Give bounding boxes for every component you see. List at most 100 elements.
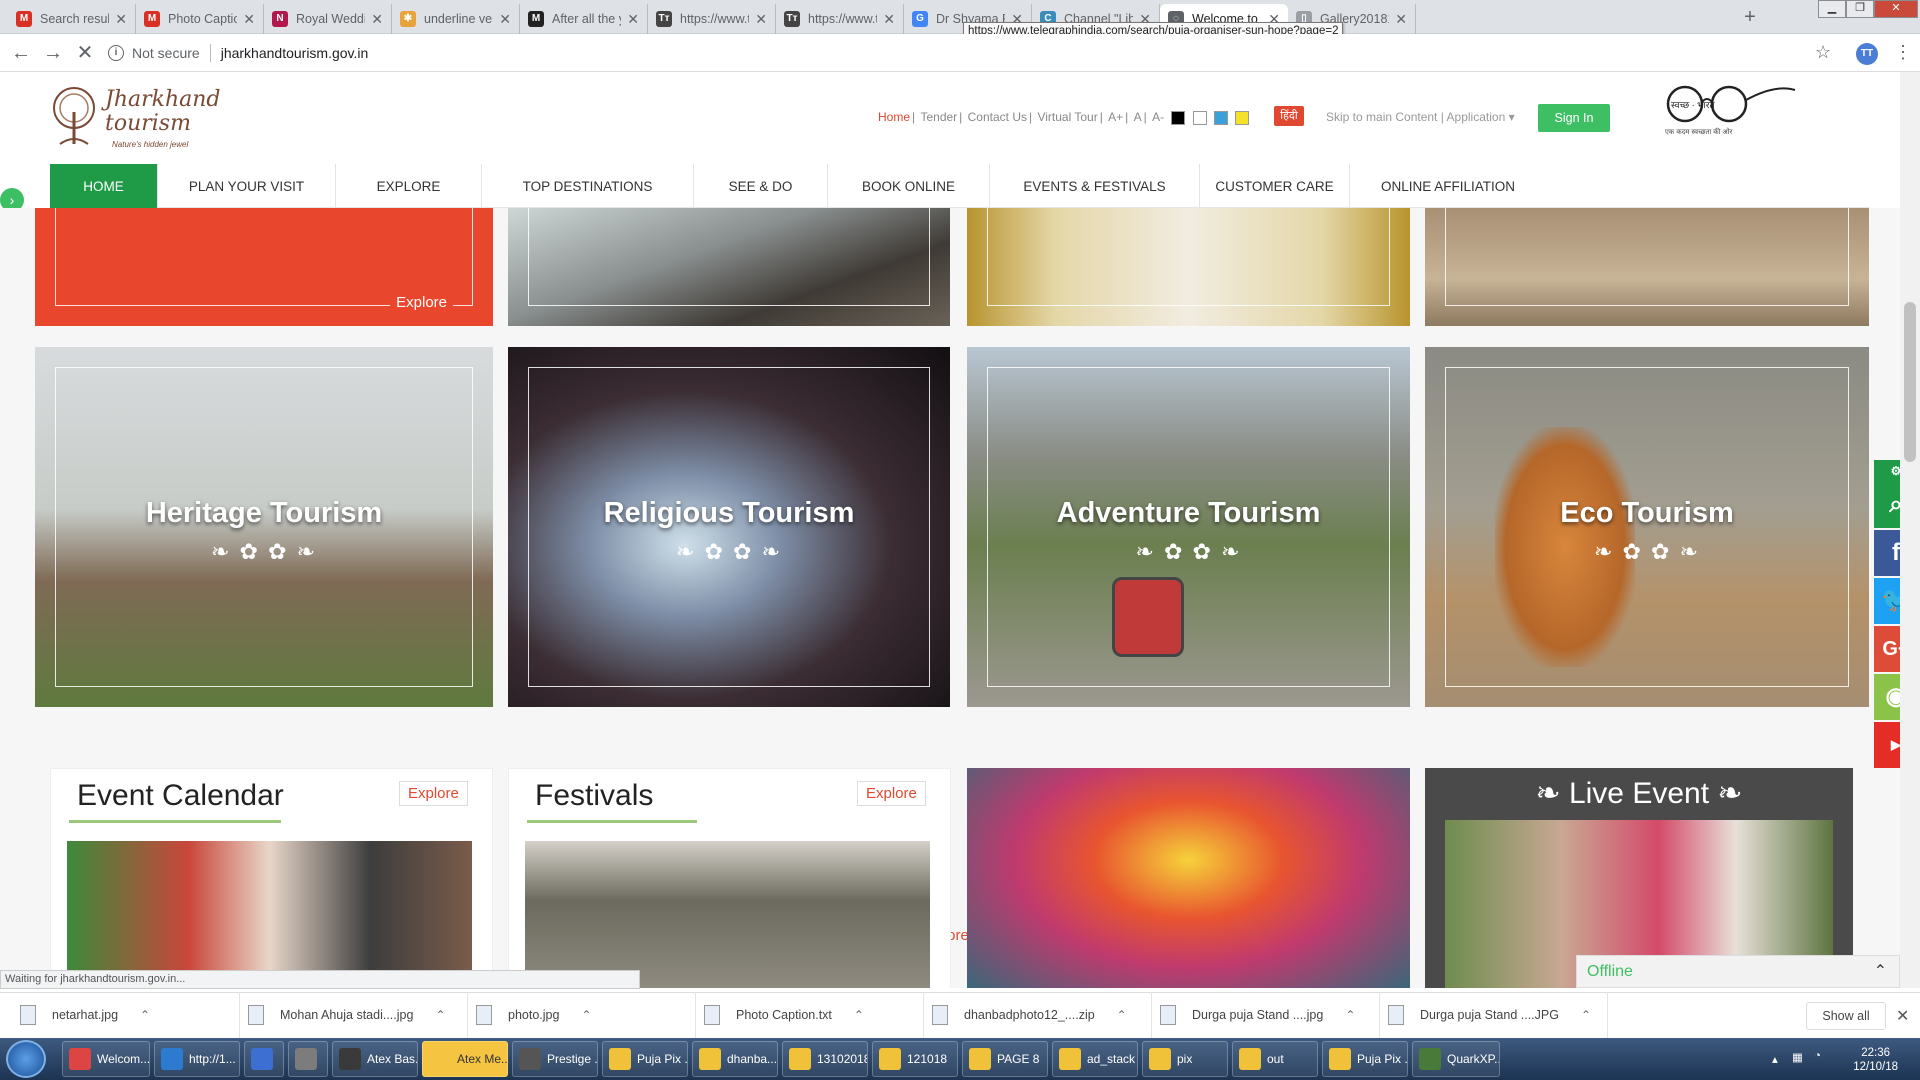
back-icon[interactable]: ←: [8, 40, 34, 66]
close-download-bar-icon[interactable]: ✕: [1896, 1006, 1909, 1026]
taskbar-button[interactable]: Atex Bas...: [332, 1041, 418, 1077]
site-logo[interactable]: Jharkhand tourism Nature's hidden jewel: [50, 82, 225, 157]
partial-card-temple-gate[interactable]: [967, 208, 1410, 326]
card-explore-link[interactable]: Explore: [390, 294, 453, 311]
home-link[interactable]: Home: [878, 110, 910, 124]
close-tab-icon[interactable]: ✕: [627, 11, 639, 28]
close-tab-icon[interactable]: ✕: [115, 11, 127, 28]
font-increase-button[interactable]: A+: [1108, 110, 1123, 124]
taskbar-button[interactable]: ad_stack: [1052, 1041, 1138, 1077]
event-calendar-explore-button[interactable]: Explore: [399, 781, 468, 806]
show-all-downloads-button[interactable]: Show all: [1806, 1002, 1886, 1030]
tray-arrow-icon[interactable]: ▴: [1772, 1052, 1778, 1066]
partial-card-orange[interactable]: Explore: [35, 208, 493, 326]
close-tab-icon[interactable]: ✕: [243, 11, 255, 28]
download-item[interactable]: Mohan Ahuja stadi....jpg ⌃: [240, 992, 468, 1038]
nav-online-affiliation[interactable]: ONLINE AFFILIATION: [1350, 164, 1546, 208]
nav-home[interactable]: HOME: [50, 164, 158, 208]
stop-loading-icon[interactable]: ✕: [72, 40, 98, 66]
theme-white-swatch[interactable]: [1192, 110, 1207, 125]
taskbar-button[interactable]: Welcom...: [62, 1041, 150, 1077]
maximize-button[interactable]: ❐: [1846, 0, 1874, 18]
scrollbar-thumb[interactable]: [1904, 302, 1916, 462]
url-text[interactable]: jharkhandtourism.gov.in: [221, 45, 369, 61]
close-tab-icon[interactable]: ✕: [755, 11, 767, 28]
taskbar-button[interactable]: dhanba...: [692, 1041, 778, 1077]
taskbar-button[interactable]: [288, 1041, 328, 1077]
hindi-language-button[interactable]: हिंदी: [1274, 106, 1304, 126]
taskbar-button[interactable]: PAGE 8: [962, 1041, 1048, 1077]
download-options-chevron-icon[interactable]: ⌃: [854, 1008, 864, 1022]
browser-tab[interactable]: M Search results - th ✕: [8, 4, 136, 34]
close-window-button[interactable]: ✕: [1874, 0, 1918, 18]
eco-tourism-card[interactable]: Eco Tourism ❧ ✿ ✿ ❧: [1425, 347, 1869, 707]
religious-tourism-card[interactable]: Religious Tourism ❧ ✿ ✿ ❧: [508, 347, 950, 707]
download-options-chevron-icon[interactable]: ⌃: [140, 1008, 150, 1022]
taskbar-button[interactable]: 13102018: [782, 1041, 868, 1077]
taskbar-button[interactable]: http://1...: [154, 1041, 240, 1077]
browser-tab[interactable]: M Photo Caption fr ✕: [136, 4, 264, 34]
festival-photo[interactable]: [525, 841, 930, 988]
nav-explore[interactable]: EXPLORE: [336, 164, 482, 208]
clock[interactable]: 22:36 12/10/18: [1853, 1046, 1898, 1074]
tender-link[interactable]: Tender: [920, 110, 957, 124]
download-options-chevron-icon[interactable]: ⌃: [435, 1008, 445, 1022]
download-options-chevron-icon[interactable]: ⌃: [1345, 1008, 1355, 1022]
font-normal-button[interactable]: A: [1134, 110, 1142, 124]
taskbar-button[interactable]: pix: [1142, 1041, 1228, 1077]
close-tab-icon[interactable]: ✕: [1395, 11, 1407, 28]
skip-to-content-link[interactable]: Skip to main Content: [1326, 110, 1437, 124]
swachh-bharat-logo[interactable]: स्वच्छ · भारत एक कदम स्वच्छता की ओर: [1655, 80, 1800, 140]
nav-plan-your-visit[interactable]: PLAN YOUR VISIT: [158, 164, 336, 208]
theme-black-swatch[interactable]: [1171, 110, 1186, 125]
browser-tab[interactable]: Tт https://www.tele ✕: [648, 4, 776, 34]
heritage-tourism-card[interactable]: Heritage Tourism ❧ ✿ ✿ ❧: [35, 347, 493, 707]
start-button[interactable]: [6, 1040, 46, 1078]
festivals-explore-button[interactable]: Explore: [857, 781, 926, 806]
taskbar-button[interactable]: Puja Pix ...: [602, 1041, 688, 1077]
sign-in-button[interactable]: Sign In: [1538, 104, 1610, 132]
download-options-chevron-icon[interactable]: ⌃: [1581, 1008, 1591, 1022]
taskbar-button[interactable]: Puja Pix ...: [1322, 1041, 1408, 1077]
taskbar-button[interactable]: [244, 1041, 284, 1077]
download-item[interactable]: Durga puja Stand ....JPG ⌃: [1380, 992, 1608, 1038]
virtual-tour-link[interactable]: Virtual Tour: [1037, 110, 1097, 124]
taskbar-button[interactable]: QuarkXP...: [1412, 1041, 1500, 1077]
adventure-tourism-card[interactable]: Adventure Tourism ❧ ✿ ✿ ❧: [967, 347, 1410, 707]
nav-see-and-do[interactable]: SEE & DO: [694, 164, 828, 208]
browser-tab[interactable]: Tт https://www.tele ✕: [776, 4, 904, 34]
close-tab-icon[interactable]: ✕: [371, 11, 383, 28]
application-dropdown[interactable]: Application ▾: [1447, 110, 1515, 124]
page-scrollbar[interactable]: [1900, 72, 1920, 988]
profile-avatar[interactable]: TT: [1856, 43, 1878, 65]
forward-icon[interactable]: →: [40, 40, 66, 66]
partial-card-waterfall[interactable]: [508, 208, 950, 326]
close-tab-icon[interactable]: ✕: [499, 11, 511, 28]
taskbar-button[interactable]: Prestige ...: [512, 1041, 598, 1077]
taskbar-button[interactable]: 121018: [872, 1041, 958, 1077]
nav-customer-care[interactable]: CUSTOMER CARE: [1200, 164, 1350, 208]
info-icon[interactable]: i: [108, 45, 124, 61]
event-photo[interactable]: [67, 841, 472, 988]
download-item[interactable]: dhanbadphoto12_....zip ⌃: [924, 992, 1152, 1038]
browser-tab[interactable]: ✱ underline verb - ✕: [392, 4, 520, 34]
partial-card-ground[interactable]: [1425, 208, 1869, 326]
security-label[interactable]: Not secure: [132, 45, 200, 61]
download-item[interactable]: Durga puja Stand ....jpg ⌃: [1152, 992, 1380, 1038]
browser-tab[interactable]: N Royal Wedding: ✕: [264, 4, 392, 34]
theme-blue-swatch[interactable]: [1214, 110, 1229, 125]
download-item[interactable]: netarhat.jpg ⌃: [12, 992, 240, 1038]
network-icon[interactable]: ▦: [1792, 1050, 1803, 1064]
download-options-chevron-icon[interactable]: ⌃: [1117, 1008, 1127, 1022]
contact-us-link[interactable]: Contact Us: [968, 110, 1027, 124]
nav-book-online[interactable]: BOOK ONLINE: [828, 164, 990, 208]
browser-tab[interactable]: M After all the year ✕: [520, 4, 648, 34]
omnibox[interactable]: i Not secure jharkhandtourism.gov.in: [108, 38, 1838, 68]
nav-top-destinations[interactable]: TOP DESTINATIONS: [482, 164, 694, 208]
volume-icon[interactable]: ◔: [1814, 1050, 1821, 1062]
minimize-button[interactable]: ▁: [1818, 0, 1846, 18]
close-tab-icon[interactable]: ✕: [883, 11, 895, 28]
chevron-up-icon[interactable]: ⌃: [1874, 956, 1887, 987]
chat-widget[interactable]: Offline ⌃: [1576, 955, 1900, 988]
font-decrease-button[interactable]: A-: [1152, 110, 1164, 124]
